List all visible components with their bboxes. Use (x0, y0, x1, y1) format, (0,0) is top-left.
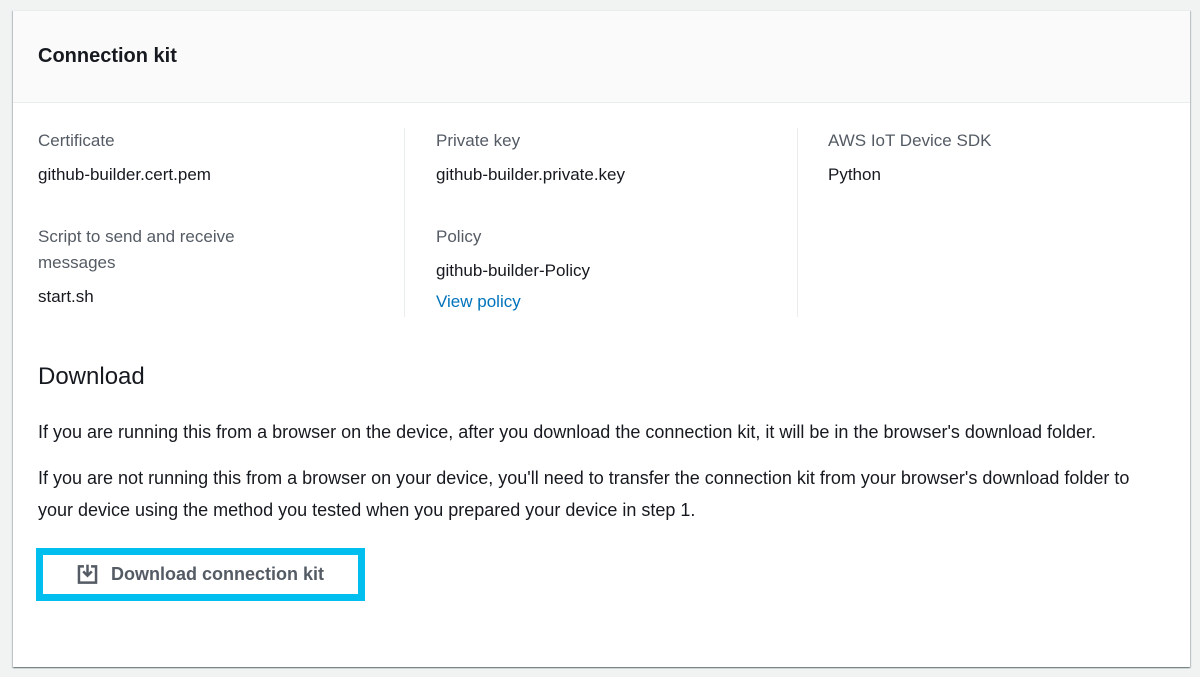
download-connection-kit-button[interactable]: Download connection kit (43, 555, 358, 594)
card-body: Certificate github-builder.cert.pem Scri… (13, 103, 1190, 627)
field-value: github-builder.private.key (436, 162, 797, 188)
field-label: Private key (436, 128, 691, 154)
field-policy: Policy github-builder-Policy View policy (436, 224, 797, 315)
field-certificate: Certificate github-builder.cert.pem (38, 128, 404, 188)
field-label: Script to send and receive messages (38, 224, 293, 276)
download-icon (77, 564, 98, 585)
download-section-heading: Download (38, 360, 1165, 393)
kit-summary-columns: Certificate github-builder.cert.pem Scri… (38, 128, 1165, 317)
column-certificate: Certificate github-builder.cert.pem Scri… (38, 128, 404, 317)
download-paragraph-2: If you are not running this from a brows… (38, 462, 1165, 526)
field-value: github-builder-Policy (436, 258, 797, 284)
field-value: start.sh (38, 284, 404, 310)
field-private-key: Private key github-builder.private.key (436, 128, 797, 188)
page-title: Connection kit (38, 45, 177, 68)
column-sdk: AWS IoT Device SDK Python (797, 128, 1165, 317)
field-label: Policy (436, 224, 691, 250)
view-policy-link[interactable]: View policy (436, 289, 521, 315)
column-private-key: Private key github-builder.private.key P… (404, 128, 797, 317)
annotation-highlight-box: Download connection kit (36, 548, 365, 601)
download-paragraph-1: If you are running this from a browser o… (38, 416, 1165, 448)
field-label: Certificate (38, 128, 293, 154)
connection-kit-card: Connection kit Certificate github-builde… (13, 10, 1190, 667)
download-button-label: Download connection kit (111, 564, 324, 585)
field-value: Python (828, 162, 1165, 188)
card-header: Connection kit (13, 11, 1190, 103)
field-label: AWS IoT Device SDK (828, 128, 1083, 154)
field-script: Script to send and receive messages star… (38, 224, 404, 310)
field-sdk: AWS IoT Device SDK Python (828, 128, 1165, 188)
field-value: github-builder.cert.pem (38, 162, 404, 188)
